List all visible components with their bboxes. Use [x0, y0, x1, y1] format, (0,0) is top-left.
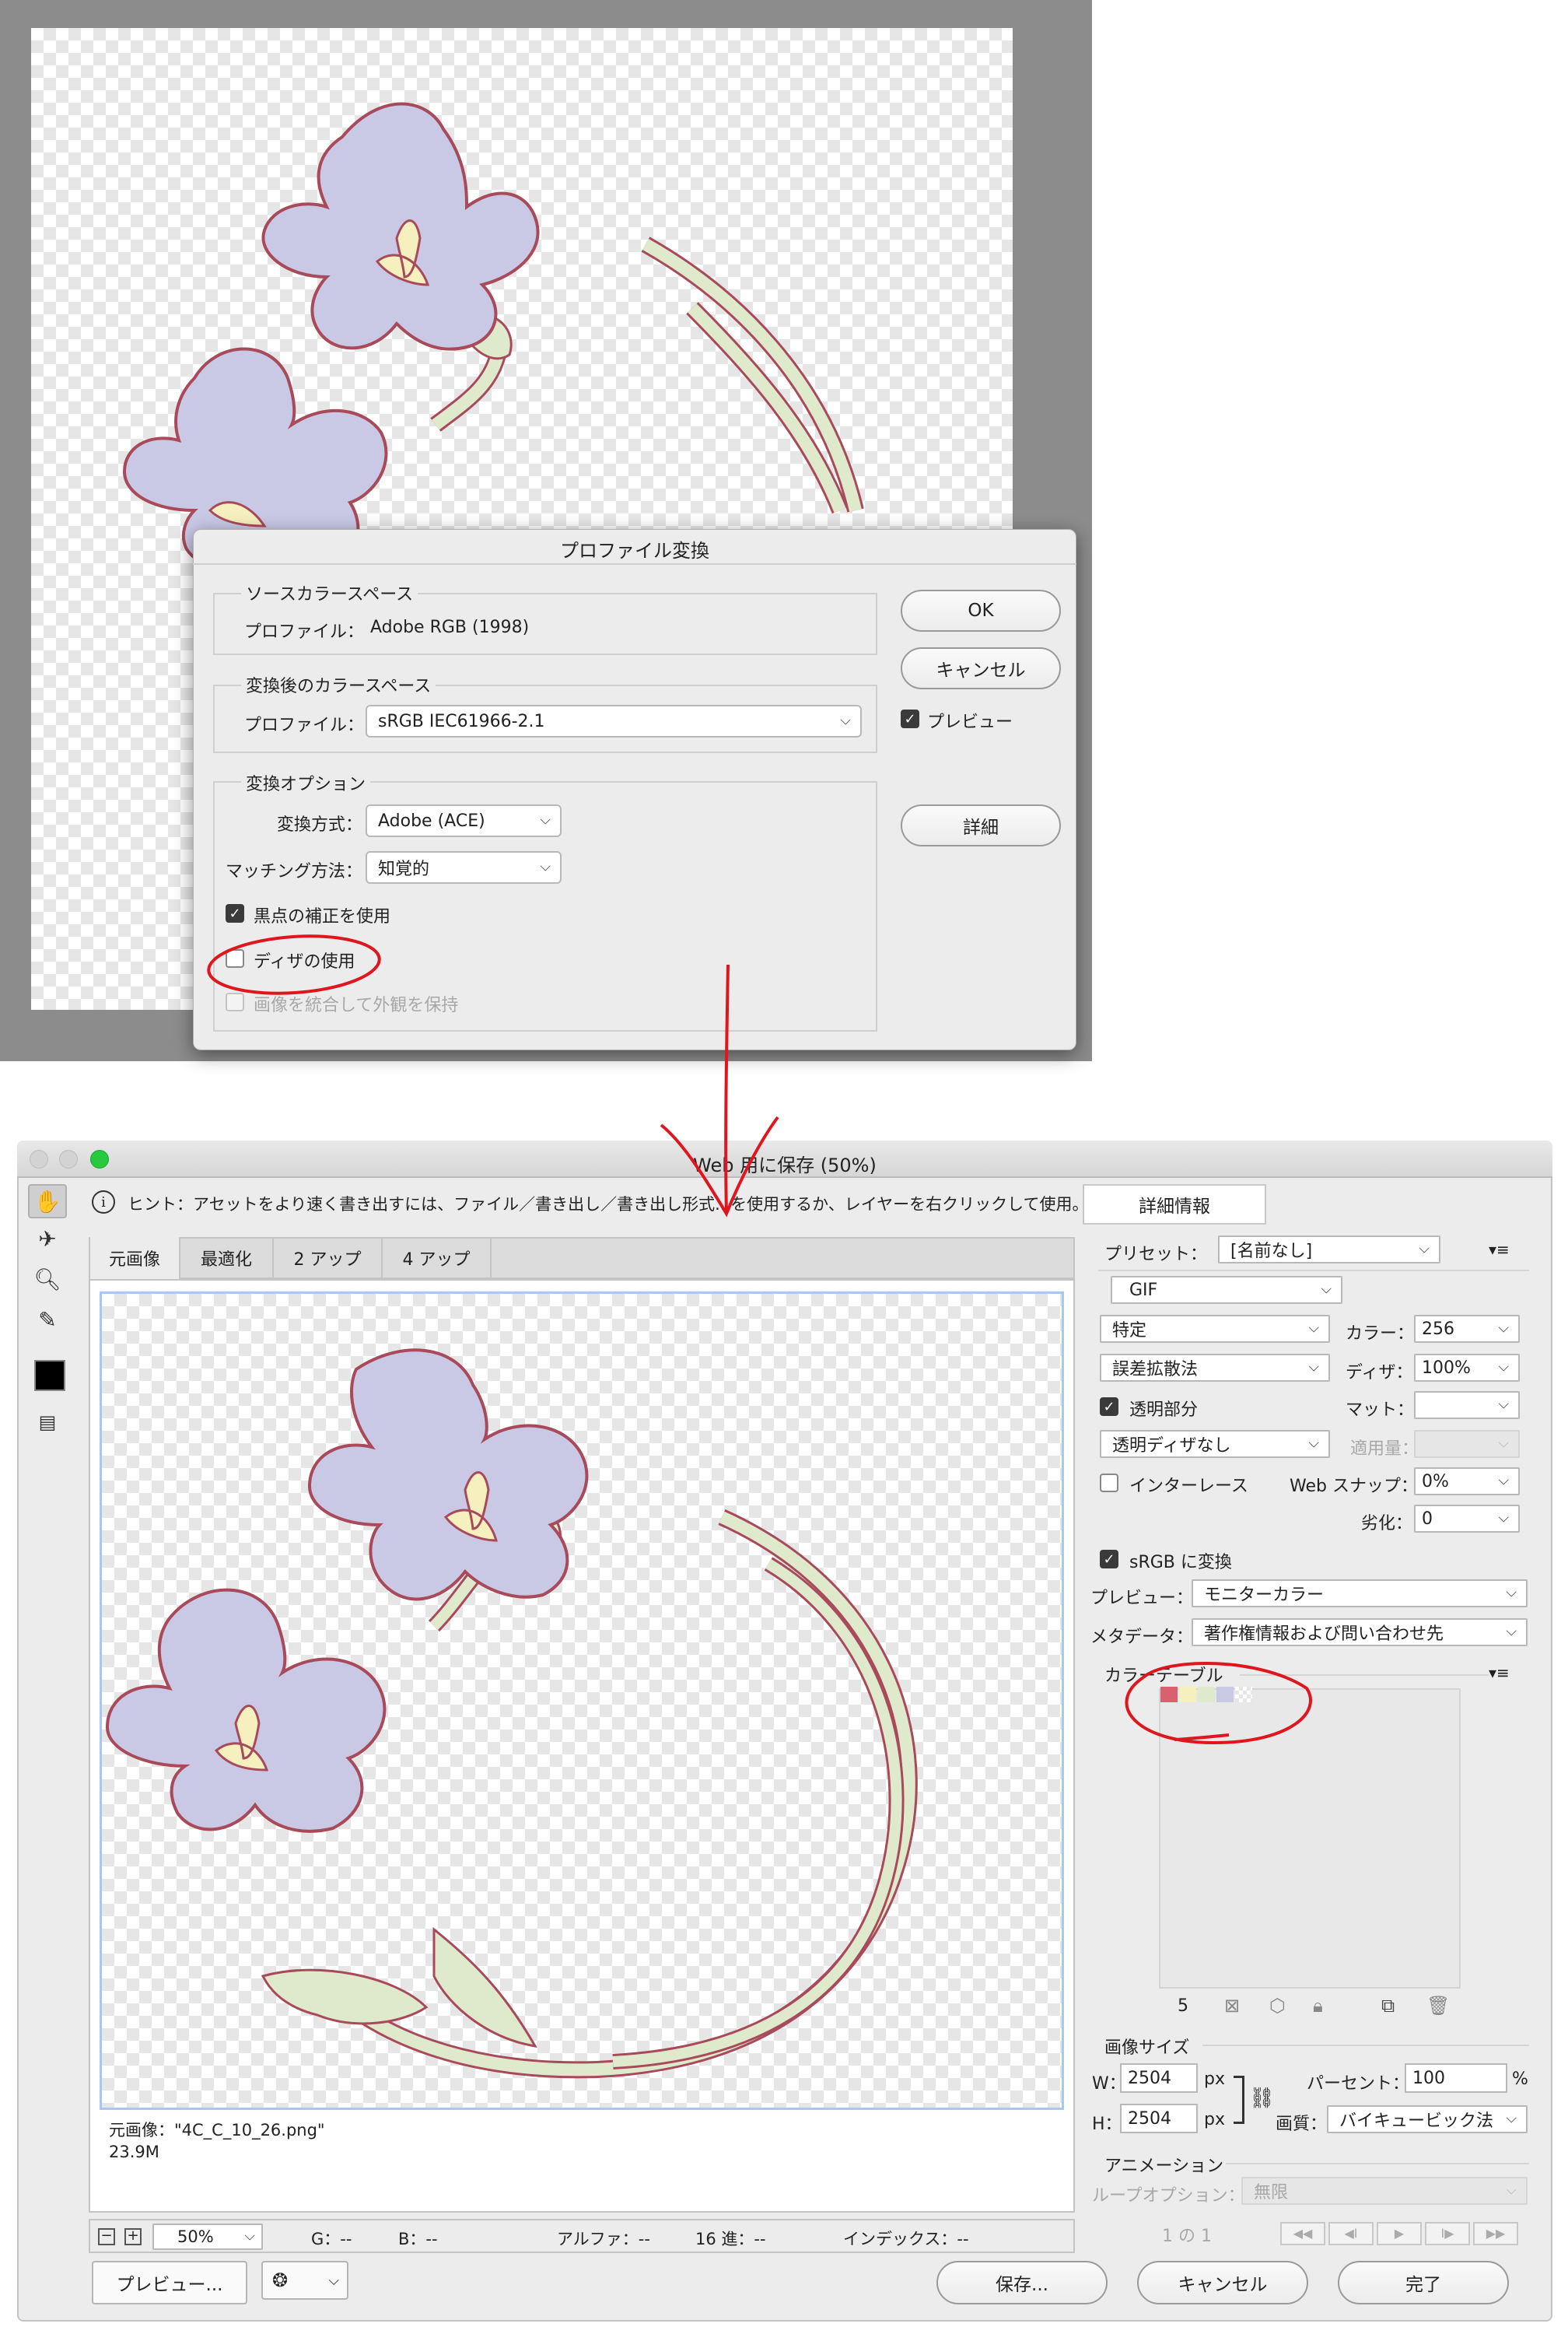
annotation-circle-dither [207, 934, 381, 995]
annotation-arrow [660, 964, 779, 1218]
annotation-circle-colortable [1125, 1661, 1312, 1745]
red-annotations [207, 934, 1312, 1745]
